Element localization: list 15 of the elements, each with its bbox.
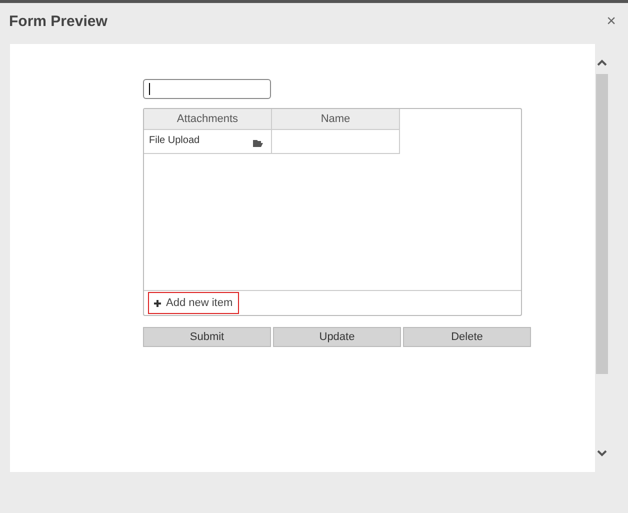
scroll-down-icon[interactable] (597, 450, 607, 457)
form-button[interactable]: Delete (403, 327, 531, 347)
form-button[interactable]: Submit (143, 327, 271, 347)
column-header: Attachments (144, 109, 272, 130)
form-button[interactable]: Update (273, 327, 401, 347)
close-button[interactable]: × (606, 14, 616, 30)
text-field[interactable] (143, 79, 271, 99)
scrollbar-thumb[interactable] (596, 74, 608, 374)
table-cell-text: File Upload (149, 134, 200, 146)
add-item-button[interactable]: Add new item (148, 292, 239, 314)
dialog-title: Form Preview (9, 12, 108, 32)
plus-icon (154, 300, 161, 306)
scroll-up-icon[interactable] (597, 59, 607, 66)
folder-icon[interactable] (253, 140, 263, 147)
column-header: Name (272, 109, 400, 130)
